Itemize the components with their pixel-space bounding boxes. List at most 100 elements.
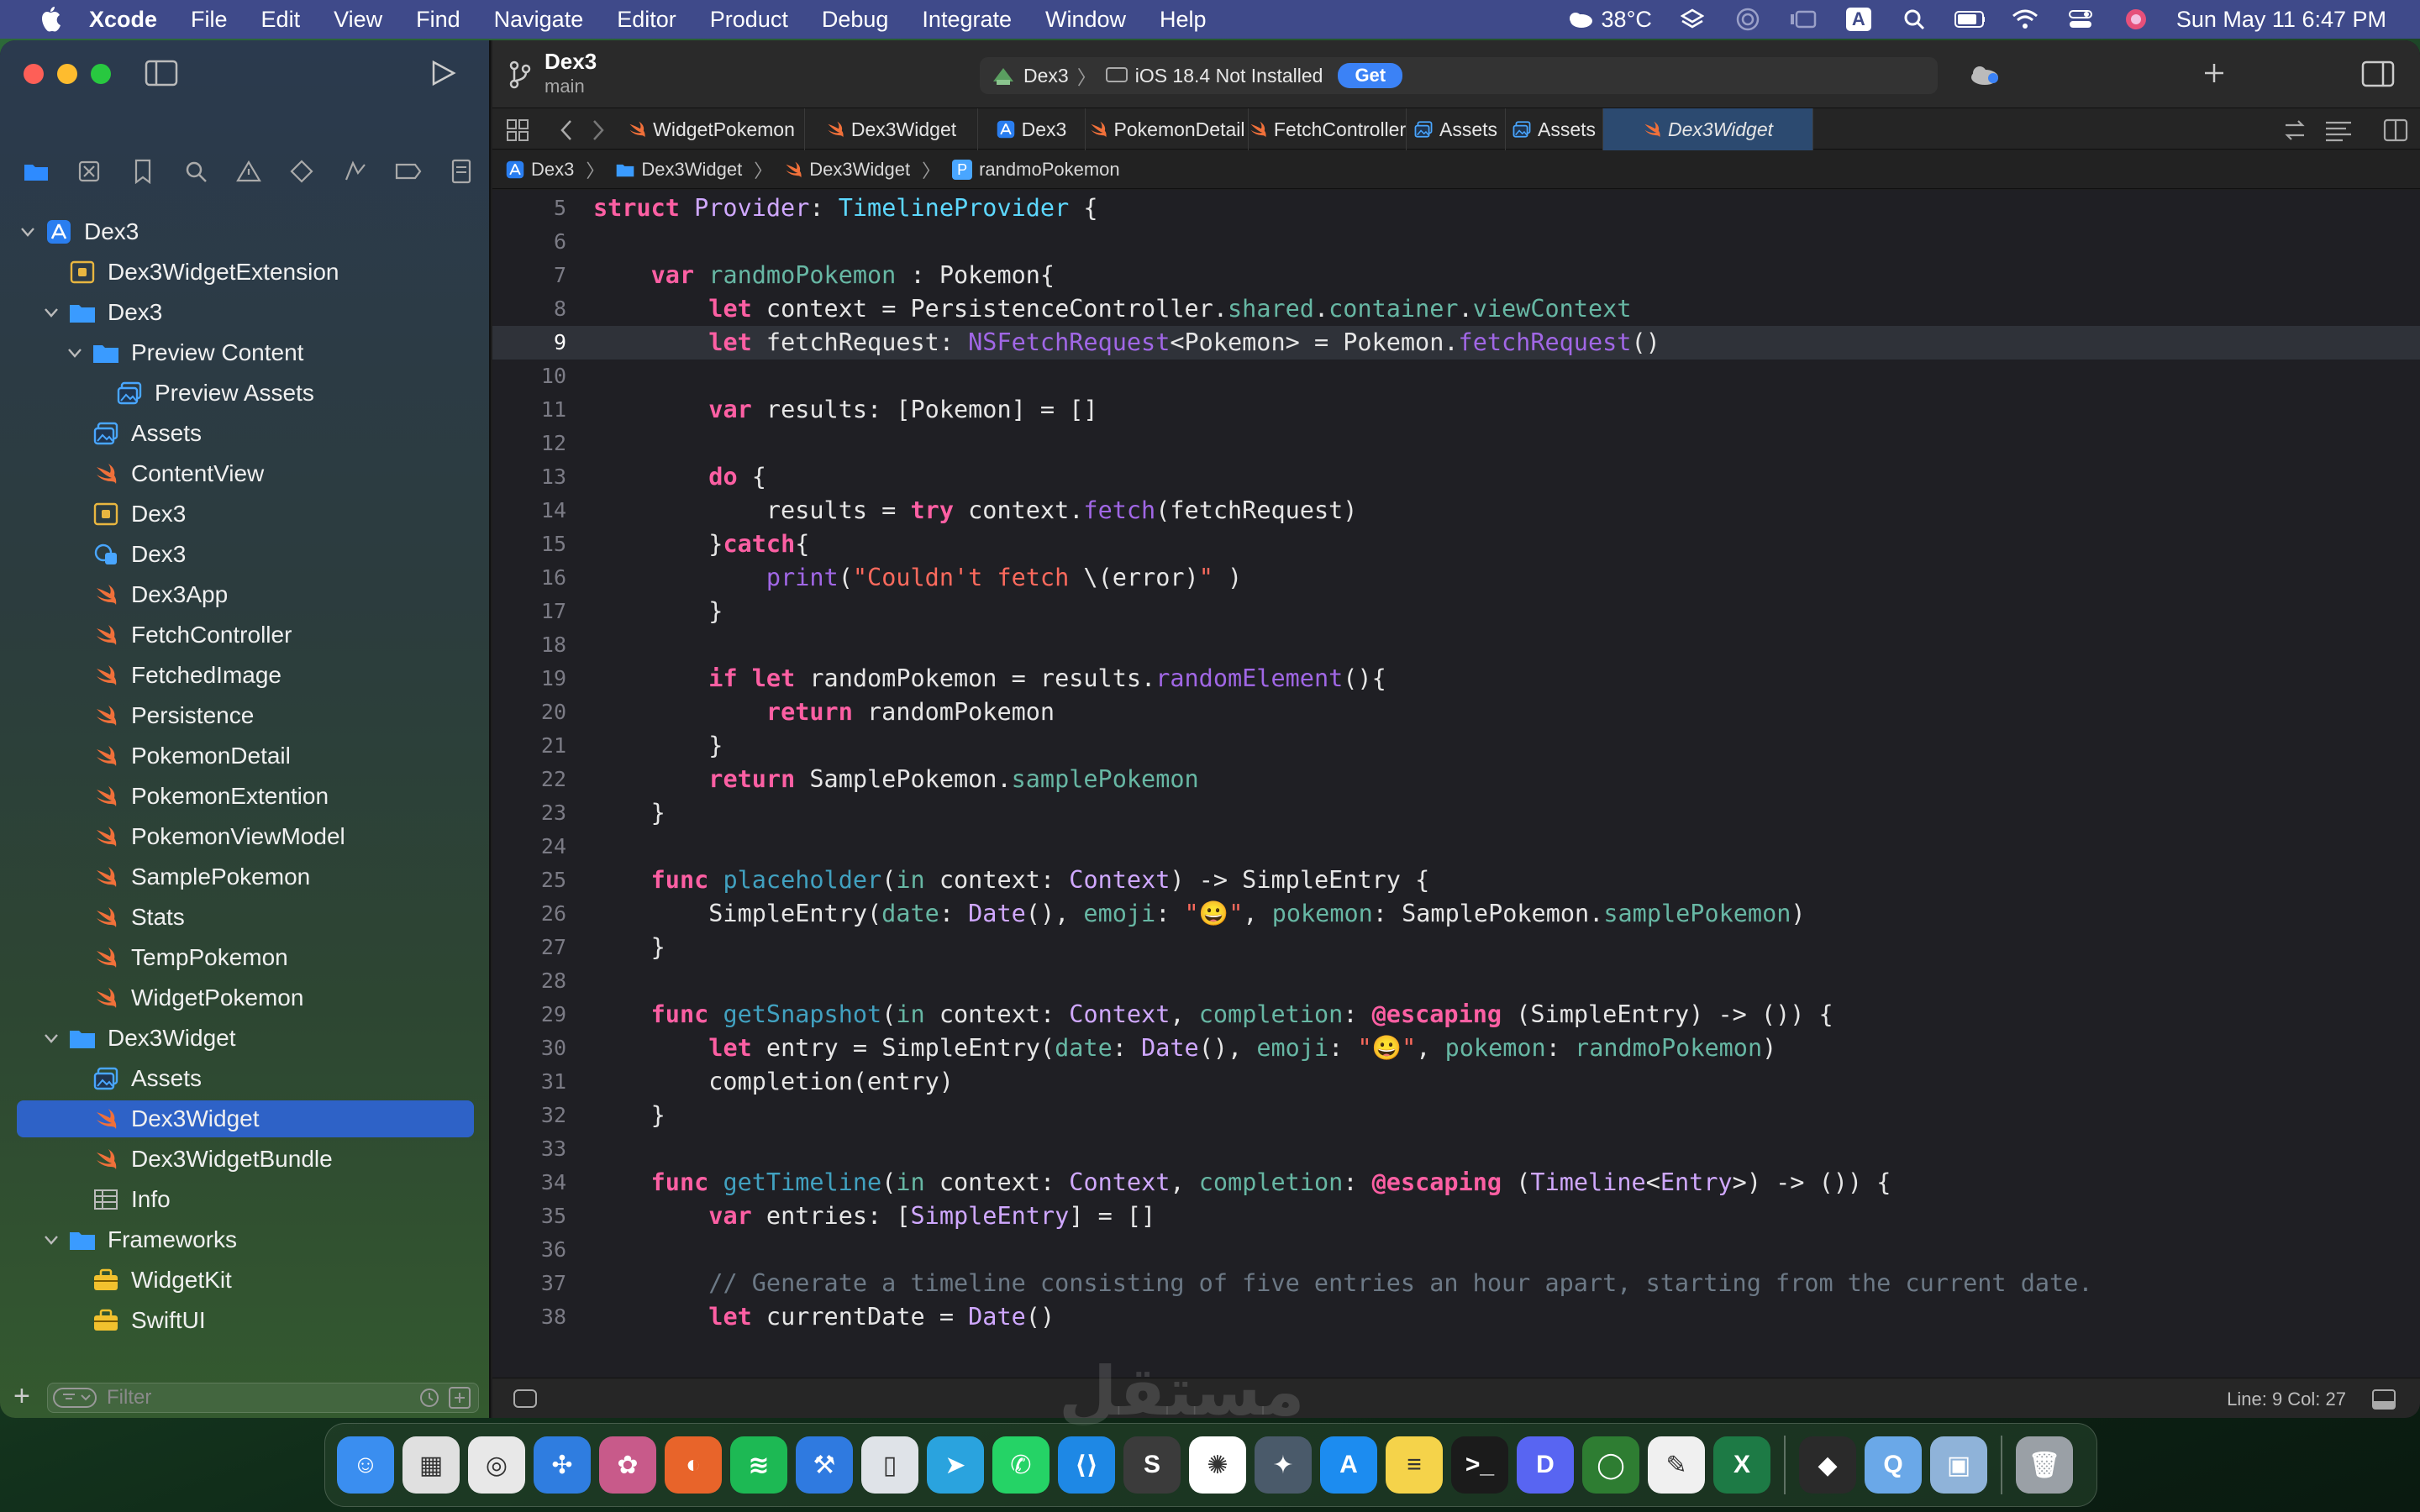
menu-product[interactable]: Product xyxy=(710,7,788,33)
apple-menu-icon[interactable] xyxy=(32,1,69,38)
toggle-navigator-icon[interactable] xyxy=(145,59,178,89)
code-line[interactable]: 29 func getSnapshot(in context: Context,… xyxy=(492,998,2420,1032)
project-navigator-tab-icon[interactable] xyxy=(22,157,50,186)
code-line[interactable]: 16 print("Couldn't fetch \(error)" ) xyxy=(492,561,2420,595)
cursor-position[interactable]: Line: 9 Col: 27 xyxy=(2227,1389,2346,1410)
menu-edit[interactable]: Edit xyxy=(261,7,301,33)
editor-tab[interactable]: Assets xyxy=(1407,108,1506,150)
navigator-item[interactable]: Dex3WidgetBundle xyxy=(0,1139,491,1179)
breadcrumb-item[interactable]: Dex3Widget xyxy=(784,159,910,181)
navigator-item[interactable]: Stats xyxy=(0,897,491,937)
navigator-item[interactable]: ContentView xyxy=(0,454,491,494)
vscode-dock-icon[interactable]: ⟨⟩ xyxy=(1058,1436,1115,1494)
find-tab-icon[interactable] xyxy=(182,157,210,186)
code-line[interactable]: 33 xyxy=(492,1132,2420,1166)
issues-tab-icon[interactable] xyxy=(234,157,263,186)
menu-file[interactable]: File xyxy=(191,7,228,33)
code-line[interactable]: 13 do { xyxy=(492,460,2420,494)
navigator-item[interactable]: Dex3 xyxy=(0,494,491,534)
navigator-item[interactable]: Dex3Widget xyxy=(0,1099,491,1139)
code-line[interactable]: 12 xyxy=(492,427,2420,460)
siri-icon[interactable] xyxy=(2121,7,2151,32)
quicktime-dock-icon[interactable]: Q xyxy=(1865,1436,1922,1494)
whatsapp-dock-icon[interactable]: ✆ xyxy=(992,1436,1050,1494)
code-line[interactable]: 7 var randmoPokemon : Pokemon{ xyxy=(492,259,2420,292)
chevron-down-icon[interactable] xyxy=(18,223,37,241)
activity-dock-icon[interactable]: ◯ xyxy=(1582,1436,1639,1494)
source-control-tab-icon[interactable] xyxy=(75,157,103,186)
preview-dock-icon[interactable]: ▣ xyxy=(1930,1436,1987,1494)
code-line[interactable]: 32 } xyxy=(492,1099,2420,1132)
code-line[interactable]: 34 func getTimeline(in context: Context,… xyxy=(492,1166,2420,1200)
airdrop-icon[interactable] xyxy=(1733,7,1763,32)
code-line[interactable]: 17 } xyxy=(492,595,2420,628)
menu-editor[interactable]: Editor xyxy=(617,7,676,33)
simulator-dock-icon[interactable]: ▯ xyxy=(861,1436,918,1494)
code-line[interactable]: 22 return SamplePokemon.samplePokemon xyxy=(492,763,2420,796)
get-platform-button[interactable]: Get xyxy=(1338,63,1403,88)
textedit-dock-icon[interactable]: ✎ xyxy=(1648,1436,1705,1494)
editor-tab[interactable]: Dex3Widget xyxy=(805,108,978,150)
code-line[interactable]: 30 let entry = SimpleEntry(date: Date(),… xyxy=(492,1032,2420,1065)
code-line[interactable]: 24 xyxy=(492,830,2420,864)
reports-tab-icon[interactable] xyxy=(447,157,476,186)
editor-tab[interactable]: WidgetPokemon xyxy=(618,108,805,150)
minimize-window-button[interactable] xyxy=(57,64,77,84)
code-line[interactable]: 14 results = try context.fetch(fetchRequ… xyxy=(492,494,2420,528)
scheme-selector[interactable]: Dex3 〉 iOS 18.4 Not Installed Get xyxy=(980,57,1938,94)
navigator-item[interactable]: Dex3 xyxy=(0,292,491,333)
navigator-item[interactable]: Persistence xyxy=(0,696,491,736)
app-store-dock-icon[interactable]: A xyxy=(1320,1436,1377,1494)
breadcrumb-item[interactable]: Dex3 xyxy=(506,159,574,181)
chrome-dock-icon[interactable]: ◎ xyxy=(468,1436,525,1494)
terminal-dock-icon[interactable]: >_ xyxy=(1451,1436,1508,1494)
code-line[interactable]: 28 xyxy=(492,964,2420,998)
scheme-destination[interactable]: iOS 18.4 Not Installed xyxy=(1135,65,1323,87)
navigator-item[interactable]: Dex3 xyxy=(0,212,491,252)
navigator-item[interactable]: FetchedImage xyxy=(0,655,491,696)
editor-tab[interactable]: PokemonDetail xyxy=(1086,108,1249,150)
tests-tab-icon[interactable] xyxy=(287,157,316,186)
code-line[interactable]: 26 SimpleEntry(date: Date(), emoji: "😀",… xyxy=(492,897,2420,931)
navigator-item[interactable]: WidgetPokemon xyxy=(0,978,491,1018)
control-center-icon[interactable] xyxy=(2065,7,2096,32)
editor-tab[interactable]: Dex3Widget xyxy=(1603,108,1813,150)
search-icon[interactable] xyxy=(1899,7,1929,32)
navigator-item[interactable]: PokemonDetail xyxy=(0,736,491,776)
spotify-dock-icon[interactable]: ≋ xyxy=(730,1436,787,1494)
telegram-dock-icon[interactable]: ➤ xyxy=(927,1436,984,1494)
code-line[interactable]: 9 let fetchRequest: NSFetchRequest<Pokem… xyxy=(492,326,2420,360)
add-file-icon[interactable]: + xyxy=(13,1382,30,1410)
zoom-window-button[interactable] xyxy=(91,64,111,84)
menu-view[interactable]: View xyxy=(334,7,382,33)
code-line[interactable]: 15 }catch{ xyxy=(492,528,2420,561)
sublime-dock-icon[interactable]: S xyxy=(1123,1436,1181,1494)
launchpad-dock-icon[interactable]: ▦ xyxy=(402,1436,460,1494)
navigator-item[interactable]: Assets xyxy=(0,1058,491,1099)
weather-temp[interactable]: 38°C xyxy=(1602,7,1652,33)
code-line[interactable]: 38 let currentDate = Date() xyxy=(492,1300,2420,1334)
menu-navigate[interactable]: Navigate xyxy=(494,7,584,33)
menubar-clock[interactable]: Sun May 11 6:47 PM xyxy=(2176,7,2386,33)
chevron-down-icon[interactable] xyxy=(42,1029,60,1047)
navigator-item[interactable]: Dex3 xyxy=(0,534,491,575)
navigator-item[interactable]: TempPokemon xyxy=(0,937,491,978)
navigator-item[interactable]: SwiftUI xyxy=(0,1300,491,1341)
navigator-item[interactable]: Dex3App xyxy=(0,575,491,615)
input-source-icon[interactable]: A xyxy=(1844,7,1874,32)
code-line[interactable]: 11 var results: [Pokemon] = [] xyxy=(492,393,2420,427)
code-line[interactable]: 20 return randomPokemon xyxy=(492,696,2420,729)
code-line[interactable]: 36 xyxy=(492,1233,2420,1267)
code-line[interactable]: 23 } xyxy=(492,796,2420,830)
debug-tab-icon[interactable] xyxy=(341,157,370,186)
code-line[interactable]: 18 xyxy=(492,628,2420,662)
code-line[interactable]: 37 // Generate a timeline consisting of … xyxy=(492,1267,2420,1300)
firefox-dock-icon[interactable]: ◐ xyxy=(665,1436,722,1494)
xcode-dock-icon[interactable]: ⚒ xyxy=(796,1436,853,1494)
source-editor[interactable]: 5 struct Provider: TimelineProvider {6 7 v… xyxy=(492,190,2420,1378)
app-store-alt-dock-icon[interactable]: ✿ xyxy=(599,1436,656,1494)
menu-debug[interactable]: Debug xyxy=(822,7,889,33)
safari-dock-icon[interactable]: ✣ xyxy=(534,1436,591,1494)
code-line[interactable]: 25 func placeholder(in context: Context)… xyxy=(492,864,2420,897)
navigator-item[interactable]: Preview Content xyxy=(0,333,491,373)
